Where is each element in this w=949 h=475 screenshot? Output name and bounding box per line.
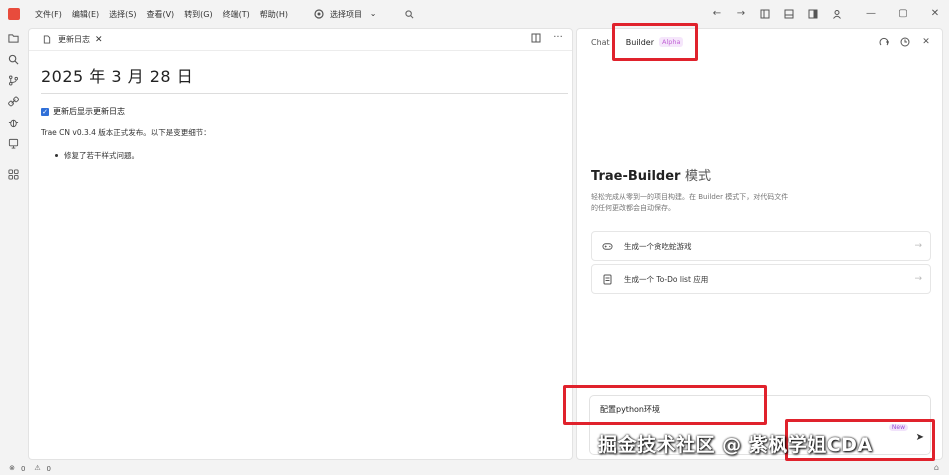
source-control-icon[interactable] [7, 74, 19, 86]
app-logo [8, 8, 20, 20]
debug-icon[interactable] [7, 116, 19, 128]
new-chat-icon[interactable] [878, 36, 890, 48]
release-text: Trae CN v0.3.4 版本正式发布。以下是变更细节： [41, 128, 211, 137]
toggle-secondary-sidebar-icon[interactable] [807, 8, 819, 20]
suggestion-label: 生成一个贪吃蛇游戏 [624, 241, 692, 251]
project-selector[interactable]: 选择项目 ⌄ [307, 6, 385, 22]
suggestion-snake-game[interactable]: 生成一个贪吃蛇游戏 → [591, 231, 931, 261]
close-window-icon[interactable]: ✕ [929, 8, 941, 20]
arrow-right-icon: → [914, 274, 922, 284]
maximize-icon[interactable]: ▢ [897, 8, 909, 20]
document-icon [41, 34, 53, 46]
error-icon[interactable]: ⊗ [6, 463, 18, 475]
tab-changelog[interactable]: 更新日志 ✕ [35, 31, 109, 49]
checkbox-label: 更新后显示更新日志 [53, 107, 125, 116]
intro-description: 轻松完成从零到一的项目构建。在 Builder 模式下，对代码文件的任何更改都会… [591, 193, 789, 212]
minimize-icon[interactable]: — [865, 8, 877, 20]
search-box[interactable] [403, 8, 415, 20]
tab-label: 更新日志 [58, 35, 90, 44]
close-icon[interactable]: ✕ [95, 35, 103, 45]
more-actions-icon[interactable]: ··· [552, 32, 564, 44]
highlight-box-builder-tab [612, 23, 698, 61]
explorer-icon[interactable] [7, 32, 19, 44]
bullet-icon [55, 154, 58, 157]
status-bar: ⊗ 0 ⚠ 0 ⌂ [0, 462, 949, 475]
editor-actions: ··· [530, 32, 564, 44]
suggestion-todo-app[interactable]: 生成一个 To-Do list 应用 → [591, 264, 931, 294]
panel-actions: ✕ [878, 36, 932, 48]
ai-panel: Chat Builder Alpha ✕ Trae-Builder 模式 轻松完… [563, 23, 943, 461]
list-item: 修复了若干样式问题。 [55, 150, 572, 161]
menu-terminal[interactable]: 终端(T) [218, 9, 255, 20]
menu-go[interactable]: 转到(G) [179, 9, 217, 20]
error-count: 0 [21, 464, 26, 473]
project-selector-label: 选择项目 [330, 9, 363, 19]
menu-view[interactable]: 查看(V) [141, 9, 179, 20]
title-actions: ← → — ▢ ✕ [711, 0, 941, 28]
editor-tab-bar: 更新日志 ✕ ··· [29, 29, 572, 51]
suggestion-label: 生成一个 To-Do list 应用 [624, 274, 709, 284]
arrow-right-icon: → [914, 241, 922, 251]
warning-count: 0 [46, 464, 51, 473]
split-editor-icon[interactable] [530, 32, 542, 44]
intro-title: Trae-Builder 模式 [591, 165, 931, 184]
search-icon [403, 8, 415, 20]
app-window: 文件(F) 编辑(E) 选择(S) 查看(V) 转到(G) 终端(T) 帮助(H… [0, 0, 949, 475]
forward-arrow-icon[interactable]: → [735, 8, 747, 20]
gamepad-icon [600, 239, 614, 253]
title-bar: 文件(F) 编辑(E) 选择(S) 查看(V) 转到(G) 终端(T) 帮助(H… [0, 0, 949, 28]
history-icon[interactable] [899, 36, 911, 48]
checkbox-checked-icon[interactable]: ✓ [41, 107, 49, 116]
menu-help[interactable]: 帮助(H) [255, 9, 293, 20]
activity-bar [0, 28, 26, 460]
editor-pane: 更新日志 ✕ ··· 2025 年 3 月 28 日 ✓ 更新后显示更新日志 T… [28, 28, 573, 460]
watermark: 掘金技术社区 @ 紫枫学姐CDA [598, 434, 873, 456]
highlight-box-input [563, 385, 767, 425]
chevron-down-icon: ⌄ [369, 9, 377, 18]
tab-chat[interactable]: Chat [591, 38, 610, 47]
search-icon[interactable] [7, 53, 19, 65]
notifications-icon[interactable]: ⌂ [934, 463, 939, 472]
back-arrow-icon[interactable]: ← [711, 8, 723, 20]
project-icon [313, 8, 325, 20]
list-item-text: 修复了若干样式问题。 [64, 151, 139, 160]
close-icon[interactable]: ✕ [920, 36, 932, 48]
intro-title-name: Trae-Builder [591, 169, 681, 184]
menu-file[interactable]: 文件(F) [30, 9, 67, 20]
toggle-panel-icon[interactable] [783, 8, 795, 20]
apps-grid-icon[interactable] [7, 168, 19, 180]
changelog-document: 2025 年 3 月 28 日 ✓ 更新后显示更新日志 Trae CN v0.3… [29, 51, 572, 161]
account-icon[interactable] [831, 8, 843, 20]
toggle-sidebar-icon[interactable] [759, 8, 771, 20]
extensions-link-icon[interactable] [7, 95, 19, 107]
note-icon [600, 272, 614, 286]
show-changelog-checkbox-row[interactable]: ✓ 更新后显示更新日志 [41, 106, 572, 117]
intro-title-mode: 模式 [684, 169, 711, 184]
menu-selection[interactable]: 选择(S) [104, 9, 141, 20]
builder-intro: Trae-Builder 模式 轻松完成从零到一的项目构建。在 Builder … [591, 165, 931, 214]
warning-icon[interactable]: ⚠ [31, 463, 43, 475]
doc-title: 2025 年 3 月 28 日 [41, 63, 568, 94]
menu-edit[interactable]: 编辑(E) [67, 9, 104, 20]
remote-icon[interactable] [7, 137, 19, 149]
